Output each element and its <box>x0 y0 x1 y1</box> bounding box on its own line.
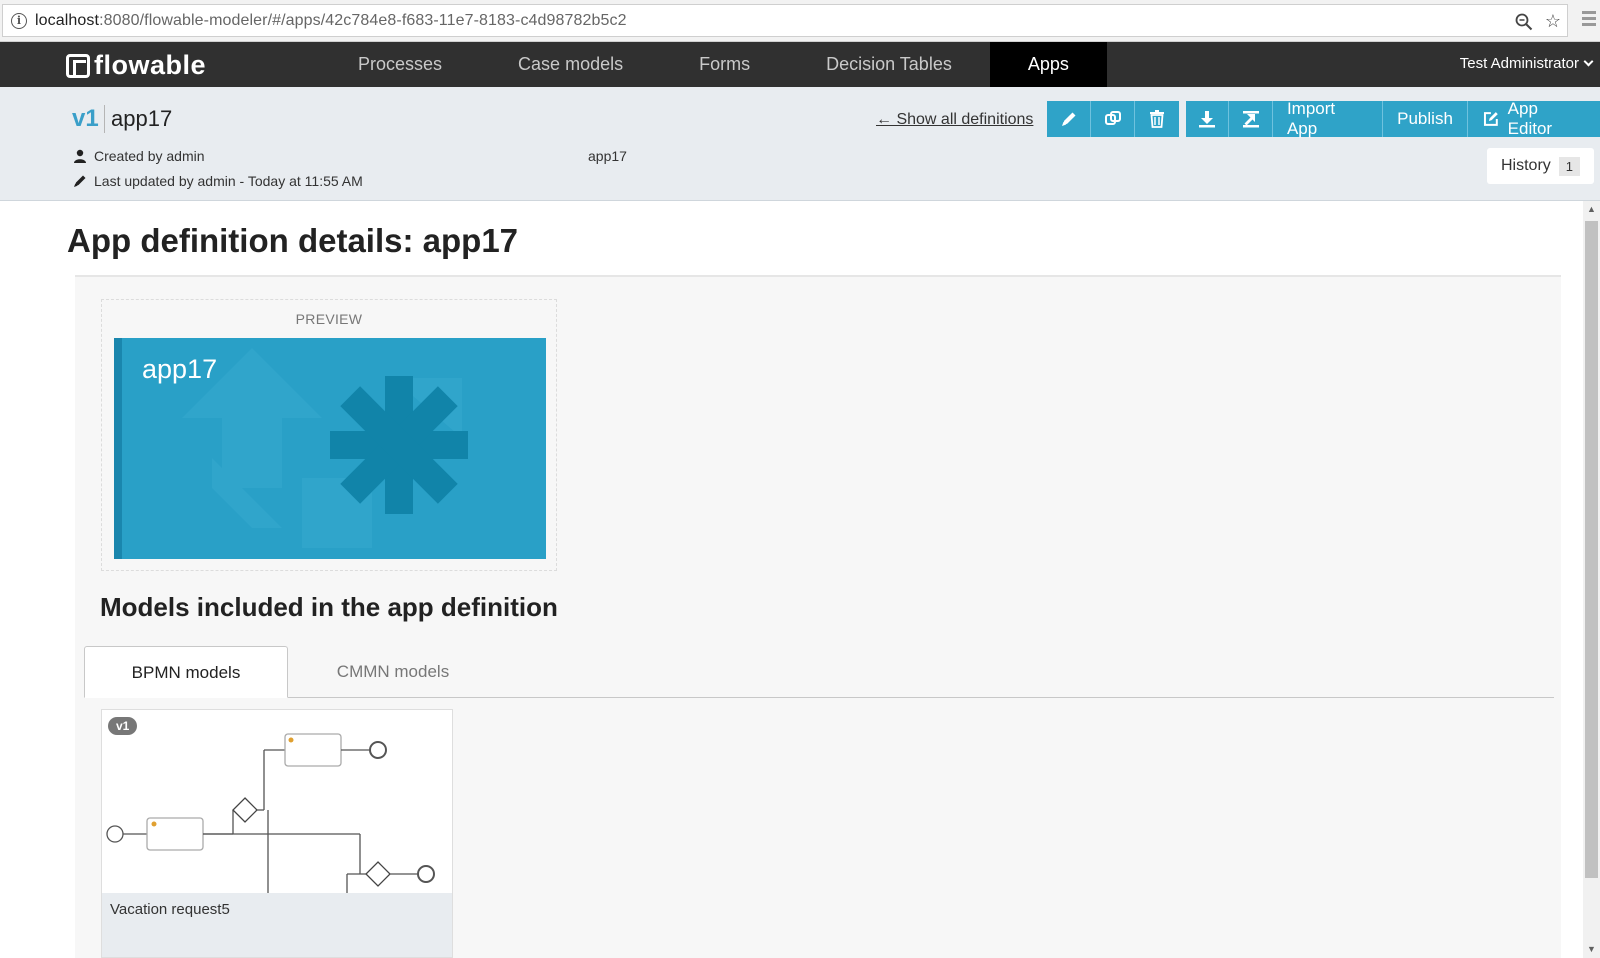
app-preview: PREVIEW app17 <box>101 299 557 571</box>
model-thumbnail: v1 <box>102 710 452 893</box>
end-event-2 <box>417 865 435 883</box>
info-icon[interactable]: i <box>11 12 27 29</box>
app-tile: app17 <box>114 338 546 559</box>
trash-icon <box>1150 110 1164 128</box>
import-app-button[interactable]: Import App <box>1272 99 1384 138</box>
user-menu[interactable]: Test Administrator <box>1459 42 1594 87</box>
model-tabs: BPMN models CMMN models <box>84 646 1554 698</box>
url-field[interactable]: i localhost:8080/flowable-modeler/#/apps… <box>2 4 1568 37</box>
page-scrollbar[interactable]: ▲ ▼ <box>1583 201 1600 958</box>
bpmn-diagram <box>106 733 435 893</box>
nav-forms[interactable]: Forms <box>661 42 788 87</box>
model-card[interactable]: v1 Vacation request5 <box>101 709 453 958</box>
export-button[interactable] <box>1229 101 1273 137</box>
nav-apps[interactable]: Apps <box>989 42 1107 94</box>
user-name: Test Administrator <box>1459 55 1579 72</box>
service-task <box>284 733 342 767</box>
definition-name: app17 <box>111 106 173 131</box>
version-badge: v1 <box>108 717 138 735</box>
definition-header: v1 app17 Created by admin Last updated b… <box>0 87 1600 201</box>
last-updated: Last updated by admin - Today at 11:55 A… <box>72 173 363 189</box>
url-actions: ☆ <box>1515 11 1561 32</box>
end-event <box>369 741 387 759</box>
flowable-logo[interactable]: flowable <box>66 50 206 81</box>
tile-app-name: app17 <box>142 354 218 384</box>
gateway-2 <box>365 861 391 887</box>
nav-case-models[interactable]: Case models <box>480 42 661 87</box>
url-path: :8080/flowable-modeler/#/apps/42c784e8-f… <box>99 11 627 29</box>
main-nav: Processes Case models Forms Decision Tab… <box>320 42 1107 94</box>
scroll-down-arrow-icon[interactable]: ▼ <box>1583 941 1600 958</box>
divider <box>104 105 105 133</box>
gateway <box>232 797 258 823</box>
history-label: History <box>1500 157 1551 174</box>
created-by: Created by admin <box>72 148 205 164</box>
logo-mark-icon <box>66 53 90 78</box>
scrollbar-thumb[interactable] <box>1585 221 1598 878</box>
definition-actions <box>1047 101 1179 137</box>
zoom-icon[interactable] <box>1515 13 1533 31</box>
logo-text: flowable <box>94 50 207 80</box>
models-heading: Models included in the app definition <box>100 592 558 622</box>
browser-menu-icon[interactable] <box>1578 8 1600 32</box>
pencil-icon <box>1061 112 1075 126</box>
export-icon <box>1242 111 1259 128</box>
app-editor-button[interactable]: App Editor <box>1467 99 1600 138</box>
app-actions: Import App Publish App Editor <box>1186 99 1600 138</box>
url-text: localhost:8080/flowable-modeler/#/apps/4… <box>35 12 627 30</box>
page-title: App definition details: app17 <box>67 222 519 259</box>
app-editor-label: App Editor <box>1507 99 1553 138</box>
url-host: localhost <box>35 11 100 29</box>
download-icon <box>1199 111 1216 128</box>
duplicate-icon <box>1104 111 1121 125</box>
definition-key: app17 <box>588 148 627 164</box>
history-count-badge: 1 <box>1558 156 1580 176</box>
top-navbar: flowable Processes Case models Forms Dec… <box>0 42 1600 94</box>
preview-label: PREVIEW <box>295 311 363 327</box>
pencil-icon <box>74 175 86 187</box>
delete-button[interactable] <box>1135 101 1179 137</box>
duplicate-button[interactable] <box>1091 101 1135 137</box>
model-name: Vacation request5 <box>110 901 230 918</box>
start-event <box>106 825 124 843</box>
version-label: v1 <box>72 105 99 132</box>
publish-button[interactable]: Publish <box>1383 101 1468 137</box>
tab-cmmn-models[interactable]: CMMN models <box>298 646 488 698</box>
nav-processes[interactable]: Processes <box>320 42 480 87</box>
bookmark-star-icon[interactable]: ☆ <box>1545 11 1561 32</box>
history-button[interactable]: History 1 <box>1486 148 1594 184</box>
nav-decision-tables[interactable]: Decision Tables <box>788 42 990 87</box>
user-icon <box>74 149 86 163</box>
browser-address-bar: i localhost:8080/flowable-modeler/#/apps… <box>0 0 1600 42</box>
edit-button[interactable] <box>1047 101 1091 137</box>
created-by-text: Created by admin <box>94 148 205 164</box>
tab-bpmn-models[interactable]: BPMN models <box>84 646 288 698</box>
show-all-definitions-link[interactable]: ← Show all definitions <box>876 111 1033 129</box>
last-updated-text: Last updated by admin - Today at 11:55 A… <box>94 173 363 189</box>
chevron-down-icon <box>1583 56 1594 67</box>
external-edit-icon <box>1483 112 1498 126</box>
scroll-up-arrow-icon[interactable]: ▲ <box>1583 201 1600 218</box>
download-button[interactable] <box>1186 101 1230 137</box>
